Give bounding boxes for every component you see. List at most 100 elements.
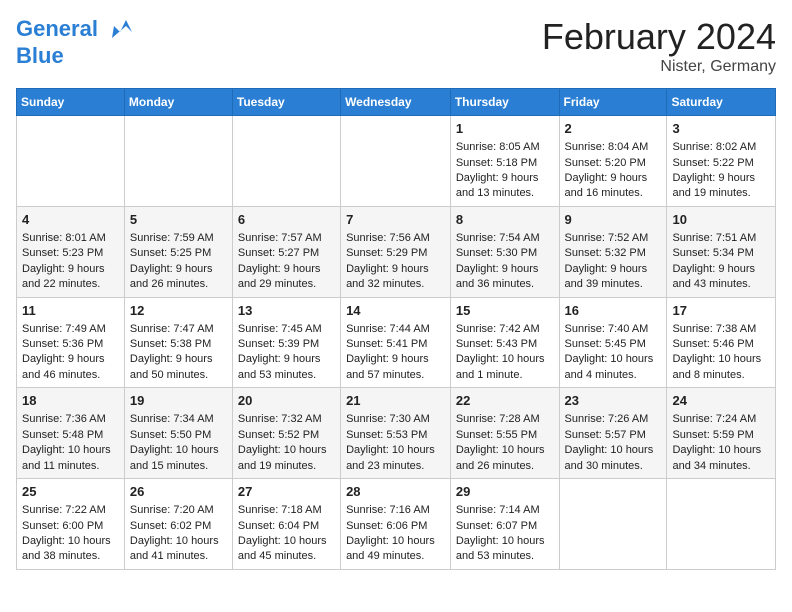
calendar-header-row: SundayMondayTuesdayWednesdayThursdayFrid… (17, 89, 776, 116)
calendar-day-cell: 6 Sunrise: 7:57 AM Sunset: 5:27 PM Daylig… (232, 206, 340, 297)
day-info: Sunrise: 8:02 AM Sunset: 5:22 PM Dayligh… (672, 140, 770, 202)
day-number: 25 (22, 483, 119, 501)
calendar-day-cell: 19 Sunrise: 7:34 AM Sunset: 5:50 PM Dayli… (124, 388, 232, 479)
calendar-day-cell: 13 Sunrise: 7:45 AM Sunset: 5:39 PM Dayli… (232, 297, 340, 388)
day-info: Sunrise: 7:42 AM Sunset: 5:43 PM Dayligh… (456, 322, 554, 384)
calendar-day-cell: 22 Sunrise: 7:28 AM Sunset: 5:55 PM Dayli… (450, 388, 559, 479)
weekday-header: Wednesday (341, 89, 451, 116)
calendar-day-cell: 5 Sunrise: 7:59 AM Sunset: 5:25 PM Daylig… (124, 206, 232, 297)
calendar-day-cell: 20 Sunrise: 7:32 AM Sunset: 5:52 PM Dayli… (232, 388, 340, 479)
day-info: Sunrise: 7:32 AM Sunset: 5:52 PM Dayligh… (238, 412, 335, 474)
day-info: Sunrise: 7:57 AM Sunset: 5:27 PM Dayligh… (238, 231, 335, 293)
day-number: 2 (565, 120, 662, 138)
day-number: 27 (238, 483, 335, 501)
logo-text: General (16, 16, 134, 44)
day-info: Sunrise: 7:18 AM Sunset: 6:04 PM Dayligh… (238, 503, 335, 565)
day-number: 9 (565, 211, 662, 229)
calendar-week-row: 18 Sunrise: 7:36 AM Sunset: 5:48 PM Dayli… (17, 388, 776, 479)
calendar-day-cell: 1 Sunrise: 8:05 AM Sunset: 5:18 PM Daylig… (450, 116, 559, 207)
day-info: Sunrise: 7:44 AM Sunset: 5:41 PM Dayligh… (346, 322, 445, 384)
weekday-header: Saturday (667, 89, 776, 116)
calendar-day-cell: 18 Sunrise: 7:36 AM Sunset: 5:48 PM Dayli… (17, 388, 125, 479)
day-info: Sunrise: 7:34 AM Sunset: 5:50 PM Dayligh… (130, 412, 227, 474)
day-info: Sunrise: 7:26 AM Sunset: 5:57 PM Dayligh… (565, 412, 662, 474)
day-info: Sunrise: 7:30 AM Sunset: 5:53 PM Dayligh… (346, 412, 445, 474)
page-subtitle: Nister, Germany (542, 58, 776, 76)
calendar-day-cell: 15 Sunrise: 7:42 AM Sunset: 5:43 PM Dayli… (450, 297, 559, 388)
calendar-body: 1 Sunrise: 8:05 AM Sunset: 5:18 PM Daylig… (17, 116, 776, 570)
day-number: 3 (672, 120, 770, 138)
calendar-day-cell (232, 116, 340, 207)
day-info: Sunrise: 8:04 AM Sunset: 5:20 PM Dayligh… (565, 140, 662, 202)
day-number: 22 (456, 392, 554, 410)
day-number: 18 (22, 392, 119, 410)
logo-icon (106, 16, 134, 44)
day-number: 13 (238, 302, 335, 320)
day-info: Sunrise: 7:52 AM Sunset: 5:32 PM Dayligh… (565, 231, 662, 293)
day-number: 4 (22, 211, 119, 229)
day-info: Sunrise: 7:47 AM Sunset: 5:38 PM Dayligh… (130, 322, 227, 384)
day-info: Sunrise: 7:45 AM Sunset: 5:39 PM Dayligh… (238, 322, 335, 384)
day-number: 17 (672, 302, 770, 320)
weekday-header: Sunday (17, 89, 125, 116)
calendar-day-cell: 24 Sunrise: 7:24 AM Sunset: 5:59 PM Dayli… (667, 388, 776, 479)
day-number: 7 (346, 211, 445, 229)
calendar-day-cell: 27 Sunrise: 7:18 AM Sunset: 6:04 PM Dayli… (232, 479, 340, 570)
calendar-day-cell: 12Sunrise: 7:47 AM Sunset: 5:38 PM Dayli… (124, 297, 232, 388)
logo: General Blue (16, 16, 134, 68)
day-number: 1 (456, 120, 554, 138)
weekday-header: Thursday (450, 89, 559, 116)
calendar-day-cell: 29Sunrise: 7:14 AM Sunset: 6:07 PM Dayli… (450, 479, 559, 570)
calendar-day-cell (559, 479, 667, 570)
calendar-week-row: 11 Sunrise: 7:49 AM Sunset: 5:36 PM Dayli… (17, 297, 776, 388)
day-number: 21 (346, 392, 445, 410)
day-number: 24 (672, 392, 770, 410)
day-number: 6 (238, 211, 335, 229)
calendar-day-cell (667, 479, 776, 570)
calendar-day-cell: 3 Sunrise: 8:02 AM Sunset: 5:22 PM Daylig… (667, 116, 776, 207)
calendar-day-cell: 16Sunrise: 7:40 AM Sunset: 5:45 PM Dayli… (559, 297, 667, 388)
calendar-day-cell: 11 Sunrise: 7:49 AM Sunset: 5:36 PM Dayli… (17, 297, 125, 388)
weekday-header: Tuesday (232, 89, 340, 116)
calendar-day-cell: 28Sunrise: 7:16 AM Sunset: 6:06 PM Dayli… (341, 479, 451, 570)
calendar-table: SundayMondayTuesdayWednesdayThursdayFrid… (16, 88, 776, 570)
calendar-day-cell: 10Sunrise: 7:51 AM Sunset: 5:34 PM Dayli… (667, 206, 776, 297)
day-info: Sunrise: 7:16 AM Sunset: 6:06 PM Dayligh… (346, 503, 445, 565)
day-number: 26 (130, 483, 227, 501)
day-info: Sunrise: 7:20 AM Sunset: 6:02 PM Dayligh… (130, 503, 227, 565)
calendar-day-cell: 4Sunrise: 8:01 AM Sunset: 5:23 PM Daylig… (17, 206, 125, 297)
calendar-day-cell: 2 Sunrise: 8:04 AM Sunset: 5:20 PM Daylig… (559, 116, 667, 207)
day-number: 5 (130, 211, 227, 229)
calendar-day-cell: 26 Sunrise: 7:20 AM Sunset: 6:02 PM Dayli… (124, 479, 232, 570)
calendar-day-cell (17, 116, 125, 207)
calendar-day-cell: 8 Sunrise: 7:54 AM Sunset: 5:30 PM Daylig… (450, 206, 559, 297)
day-number: 23 (565, 392, 662, 410)
day-info: Sunrise: 7:59 AM Sunset: 5:25 PM Dayligh… (130, 231, 227, 293)
day-number: 8 (456, 211, 554, 229)
day-number: 15 (456, 302, 554, 320)
calendar-day-cell: 23 Sunrise: 7:26 AM Sunset: 5:57 PM Dayli… (559, 388, 667, 479)
calendar-day-cell: 17Sunrise: 7:38 AM Sunset: 5:46 PM Dayli… (667, 297, 776, 388)
day-number: 20 (238, 392, 335, 410)
day-info: Sunrise: 7:24 AM Sunset: 5:59 PM Dayligh… (672, 412, 770, 474)
day-info: Sunrise: 7:54 AM Sunset: 5:30 PM Dayligh… (456, 231, 554, 293)
day-number: 14 (346, 302, 445, 320)
day-info: Sunrise: 8:05 AM Sunset: 5:18 PM Dayligh… (456, 140, 554, 202)
day-info: Sunrise: 7:51 AM Sunset: 5:34 PM Dayligh… (672, 231, 770, 293)
calendar-week-row: 4Sunrise: 8:01 AM Sunset: 5:23 PM Daylig… (17, 206, 776, 297)
day-number: 16 (565, 302, 662, 320)
calendar-day-cell (341, 116, 451, 207)
day-info: Sunrise: 7:56 AM Sunset: 5:29 PM Dayligh… (346, 231, 445, 293)
page-title: February 2024 (542, 16, 776, 58)
calendar-day-cell: 7 Sunrise: 7:56 AM Sunset: 5:29 PM Daylig… (341, 206, 451, 297)
day-info: Sunrise: 7:28 AM Sunset: 5:55 PM Dayligh… (456, 412, 554, 474)
day-info: Sunrise: 7:49 AM Sunset: 5:36 PM Dayligh… (22, 322, 119, 384)
day-number: 11 (22, 302, 119, 320)
calendar-day-cell: 21 Sunrise: 7:30 AM Sunset: 5:53 PM Dayli… (341, 388, 451, 479)
calendar-day-cell: 25 Sunrise: 7:22 AM Sunset: 6:00 PM Dayli… (17, 479, 125, 570)
day-info: Sunrise: 7:36 AM Sunset: 5:48 PM Dayligh… (22, 412, 119, 474)
calendar-week-row: 25 Sunrise: 7:22 AM Sunset: 6:00 PM Dayli… (17, 479, 776, 570)
day-info: Sunrise: 7:22 AM Sunset: 6:00 PM Dayligh… (22, 503, 119, 565)
title-block: February 2024 Nister, Germany (542, 16, 776, 76)
day-number: 19 (130, 392, 227, 410)
